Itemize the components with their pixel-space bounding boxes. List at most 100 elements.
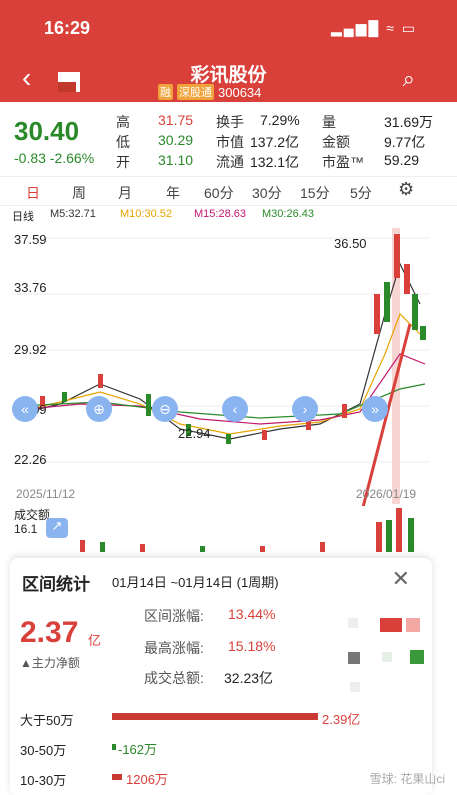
band-bar-small [112, 774, 122, 780]
candle [98, 374, 103, 388]
tab-day[interactable]: 日 [26, 183, 40, 203]
vol-bar [100, 542, 105, 552]
panel-range: 01月14日 ~01月14日 (1周期) [112, 575, 279, 590]
tab-week[interactable]: 周 [72, 183, 86, 203]
turnover-label: 换手 [216, 114, 244, 130]
stock-name: 彩讯股份 [190, 65, 267, 86]
tab-year[interactable]: 年 [166, 183, 180, 203]
panel-title: 区间统计 [22, 575, 90, 594]
legend-swatch [350, 682, 360, 692]
scroll-right-icon[interactable]: » [362, 396, 388, 422]
open-value: 31.10 [158, 152, 194, 168]
share-icon[interactable]: ↗ [46, 518, 68, 538]
float-label: 流通 [216, 154, 244, 170]
mcap-label: 市值 [216, 134, 244, 150]
vol-bar [396, 508, 402, 552]
low-value: 30.29 [158, 132, 194, 148]
date-start: 2025/11/12 [16, 487, 76, 501]
legend-swatch-lightgreen [382, 652, 392, 662]
interval-change-label: 区间涨幅: [144, 608, 204, 624]
tab-30min[interactable]: 30分 [252, 183, 282, 203]
zoom-out-icon[interactable]: ⊖ [152, 396, 178, 422]
connect-badge: 深股通 [177, 84, 214, 100]
vol-bar [140, 544, 145, 552]
y-tick-1: 37.59 [14, 232, 47, 247]
total-amount-label: 成交总额: [144, 670, 204, 686]
search-icon[interactable]: ⌕ [403, 66, 415, 92]
total-amount-value: 32.23亿 [224, 670, 274, 686]
last-price: 30.40 [14, 116, 80, 146]
prev-icon[interactable]: ‹ [222, 396, 248, 422]
vol-bar [80, 540, 85, 552]
band-bar-large [112, 713, 318, 720]
clock: 16:29 [44, 18, 91, 38]
ma-legend: 日线 M5:32.71 M10:30.52 M15:28.63 M30:26.4… [0, 208, 457, 224]
kline-svg [12, 228, 430, 715]
status-bar: 16:29 ▂▄▆█ ≈ ▭ [0, 0, 457, 56]
volume-label: 量 [322, 114, 336, 130]
vol-bar [386, 520, 392, 552]
ma10: M10:30.52 [120, 208, 172, 220]
legend-swatch-green [410, 650, 424, 664]
vol-bar [200, 546, 205, 552]
candle [262, 430, 267, 440]
amount-label: 金额 [322, 134, 350, 150]
ma30: M30:26.43 [262, 208, 314, 220]
system-icons: ▂▄▆█ ≈ ▭ [330, 20, 417, 36]
band-bar-mid [112, 744, 116, 750]
tab-month[interactable]: 月 [118, 183, 132, 203]
float-value: 132.1亿 [250, 154, 300, 170]
next-icon[interactable]: › [292, 396, 318, 422]
tab-5min[interactable]: 5分 [350, 183, 372, 203]
turnover-value: 7.29% [260, 112, 300, 128]
ma10-line [17, 312, 421, 435]
stock-code: 300634 [218, 84, 262, 100]
watermark: 雪球: 花果山ci [369, 772, 445, 786]
net-flow-unit: 亿 [88, 633, 102, 648]
volume-value: 16.1 [14, 522, 38, 536]
band-value-large: 2.39亿 [322, 712, 361, 727]
high-marker: 36.50 [334, 236, 367, 251]
ma5: M5:32.71 [50, 208, 96, 220]
max-change-label: 最高涨幅: [144, 640, 204, 656]
net-flow-value: 2.37 [20, 616, 79, 649]
vol-bar [408, 518, 414, 552]
volume-value: 31.69万 [384, 114, 434, 130]
period-tabs: 日 周 月 年 60分 30分 15分 5分 ⚙ [0, 176, 457, 206]
close-icon[interactable]: ✕ [392, 566, 410, 592]
mcap-value: 137.2亿 [250, 134, 300, 150]
low-marker: 22.94 [178, 426, 211, 441]
kline-chart[interactable]: 37.59 33.76 29.92 26.09 22.26 36.50 22.9… [0, 224, 457, 715]
vol-bar [320, 542, 325, 552]
pe-value: 59.29 [384, 152, 420, 168]
band-label-small: 10-30万 [20, 773, 67, 788]
candle [226, 434, 231, 444]
legend-swatch-red [380, 618, 402, 632]
tab-60min[interactable]: 60分 [204, 183, 234, 203]
band-value-small: 1206万 [126, 772, 168, 787]
open-label: 开 [116, 154, 130, 170]
interval-stats-panel: 区间统计 01月14日 ~01月14日 (1周期) ✕ 2.37 亿 ▲主力净额… [10, 558, 432, 795]
pe-label: 市盈™ [322, 154, 364, 170]
y-tick-3: 29.92 [14, 342, 47, 357]
band-label-large: 大于50万 [20, 713, 74, 728]
candle [62, 392, 67, 402]
ma-period-label: 日线 [12, 211, 34, 223]
candle [404, 264, 410, 294]
y-tick-2: 33.76 [14, 280, 47, 295]
tab-15min[interactable]: 15分 [300, 183, 330, 203]
zoom-in-icon[interactable]: ⊕ [86, 396, 112, 422]
scroll-left-icon[interactable]: « [12, 396, 38, 422]
candle [412, 294, 418, 330]
vol-bar [376, 522, 382, 552]
candle [420, 326, 426, 340]
candle [374, 294, 380, 334]
date-end: 2026/01/19 [356, 487, 417, 501]
legend-swatch [348, 618, 358, 628]
ma15: M15:28.63 [194, 208, 246, 220]
vol-bar [260, 546, 265, 552]
gear-icon[interactable]: ⚙ [398, 179, 414, 200]
band-value-mid: -162万 [118, 742, 158, 757]
ma5-line [17, 262, 421, 440]
volume-svg [80, 508, 414, 552]
